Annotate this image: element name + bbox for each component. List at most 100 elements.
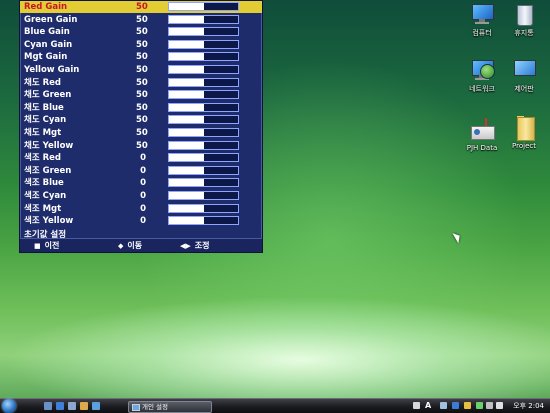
osd-menu-row[interactable]: 색조 Blue 0 [20,177,262,189]
osd-row-label: Red Gain [24,2,68,12]
osd-menu-row[interactable]: 색조 Yellow 0 [20,215,262,227]
osd-row-value: 50 [136,77,148,88]
osd-row-value: 0 [140,203,146,214]
recycle-bin-icon [511,2,537,26]
osd-hint-move: ◆ 이동 [118,241,143,250]
osd-menu-row[interactable]: 색조 Green 0 [20,165,262,177]
osd-menu-row[interactable]: 채도 Blue 50 [20,102,262,114]
osd-level-fill [169,116,204,124]
osd-level-fill [169,28,204,36]
tray-icon[interactable] [440,402,447,409]
osd-level-slider[interactable] [168,140,239,150]
window-icon [132,404,140,411]
internet-explorer-icon[interactable] [56,402,64,410]
osd-row-label: 색조 Red [24,153,61,164]
osd-level-slider[interactable] [168,165,239,175]
language-indicator[interactable]: A [425,400,431,412]
osd-level-fill [169,129,204,136]
osd-row-label: Mgt Gain [24,52,68,63]
show-desktop-icon[interactable] [44,402,52,410]
folder-icon [511,116,537,141]
osd-menu-row[interactable]: Blue Gain 50 [20,26,262,38]
quick-launch-icon[interactable] [92,402,100,410]
switch-windows-icon[interactable] [68,402,76,410]
osd-level-slider[interactable] [168,191,239,200]
osd-level-slider[interactable] [168,178,239,188]
osd-menu-row[interactable]: Cyan Gain 50 [20,39,262,51]
osd-menu-row[interactable]: 색조 Cyan 0 [20,190,262,202]
osd-row-label: 색조 Mgt [24,203,62,214]
desktop-icon-recycle-bin[interactable]: 휴지통 [502,2,546,38]
osd-level-fill [169,204,204,212]
osd-level-fill [169,179,204,187]
mouse-cursor-icon [452,230,463,244]
osd-level-slider[interactable] [168,203,239,213]
osd-menu-row[interactable]: 색조 Mgt 0 [20,203,262,215]
osd-level-fill [169,192,204,199]
osd-color-menu: Red Gain 50 Green Gain 50 Blue Gain 50 Cyan Ga… [19,0,263,253]
tray-icon[interactable] [452,402,459,409]
osd-footer: ■ 이전 ◆ 이동 ◀▶ 조정 [20,238,262,252]
start-button[interactable] [2,399,16,413]
osd-row-value: 0 [140,153,146,164]
tray-network-icon[interactable] [476,402,483,409]
tray-search-icon[interactable] [413,402,420,409]
volume-icon[interactable] [496,402,503,409]
desktop-icon-pjh-data[interactable]: PJH Data [460,118,504,152]
osd-level-fill [169,66,204,73]
osd-row-label: 채도 Green [24,90,72,101]
osd-level-slider[interactable] [168,128,239,137]
osd-level-slider[interactable] [168,65,239,74]
osd-level-slider[interactable] [168,216,239,226]
osd-level-slider[interactable] [168,52,239,62]
osd-row-value: 0 [140,178,146,189]
osd-level-fill [169,78,204,86]
osd-menu-row[interactable]: Mgt Gain 50 [20,51,262,63]
taskbar-window-button[interactable]: 개인 설정 [128,401,212,413]
osd-menu-row[interactable]: 채도 Mgt 50 [20,127,262,139]
osd-row-value: 50 [136,52,148,63]
osd-row-value: 50 [136,27,148,38]
osd-level-slider[interactable] [168,2,239,11]
osd-row-value: 50 [136,115,148,126]
osd-menu-row[interactable]: 채도 Red 50 [20,77,262,89]
osd-level-slider[interactable] [168,102,239,112]
osd-row-label: Green Gain [24,14,78,25]
projector-icon [469,118,495,142]
osd-level-fill [169,217,204,225]
osd-level-fill [169,91,204,99]
clock[interactable]: 오후 2:04 [513,401,544,411]
up-down-arrows-icon: ◆ [118,242,124,250]
osd-row-label: Yellow Gain [24,65,80,75]
square-icon: ■ [34,242,41,250]
desktop-icon-network[interactable]: 네트워크 [460,58,504,94]
osd-row-value: 0 [140,191,146,201]
osd-menu-row[interactable]: 색조 Red 0 [20,152,262,164]
osd-level-slider[interactable] [168,77,239,87]
osd-menu-row[interactable]: Green Gain 50 [20,14,262,26]
desktop-icon-project[interactable]: Project [502,116,546,150]
desktop-icon-control-panel[interactable]: 제어판 [502,58,546,94]
osd-row-value: 50 [136,2,148,12]
osd-level-slider[interactable] [168,153,239,163]
osd-menu-row[interactable]: 채도 Yellow 50 [20,140,262,152]
osd-level-fill [169,40,204,48]
osd-level-slider[interactable] [168,14,239,24]
tray-icon[interactable] [464,402,471,409]
osd-menu-row[interactable]: 채도 Cyan 50 [20,114,262,126]
osd-row-label: 색조 Cyan [24,191,67,201]
osd-level-slider[interactable] [168,27,239,37]
osd-row-label: 채도 Blue [24,102,64,113]
taskbar: 개인 설정 A 오후 2:04 [0,398,550,413]
tray-icon[interactable] [486,402,493,409]
osd-row-label: 채도 Mgt [24,128,62,138]
osd-menu-row[interactable]: Red Gain 50 [20,1,262,13]
desktop-icon-computer[interactable]: 컴퓨터 [460,2,504,38]
osd-level-slider[interactable] [168,39,239,49]
osd-menu-row[interactable]: Yellow Gain 50 [20,64,262,76]
osd-level-slider[interactable] [168,90,239,100]
osd-menu-row[interactable]: 채도 Green 50 [20,89,262,101]
quick-launch-icon[interactable] [80,402,88,410]
osd-row-label: Cyan Gain [24,39,73,50]
osd-level-slider[interactable] [168,115,239,125]
